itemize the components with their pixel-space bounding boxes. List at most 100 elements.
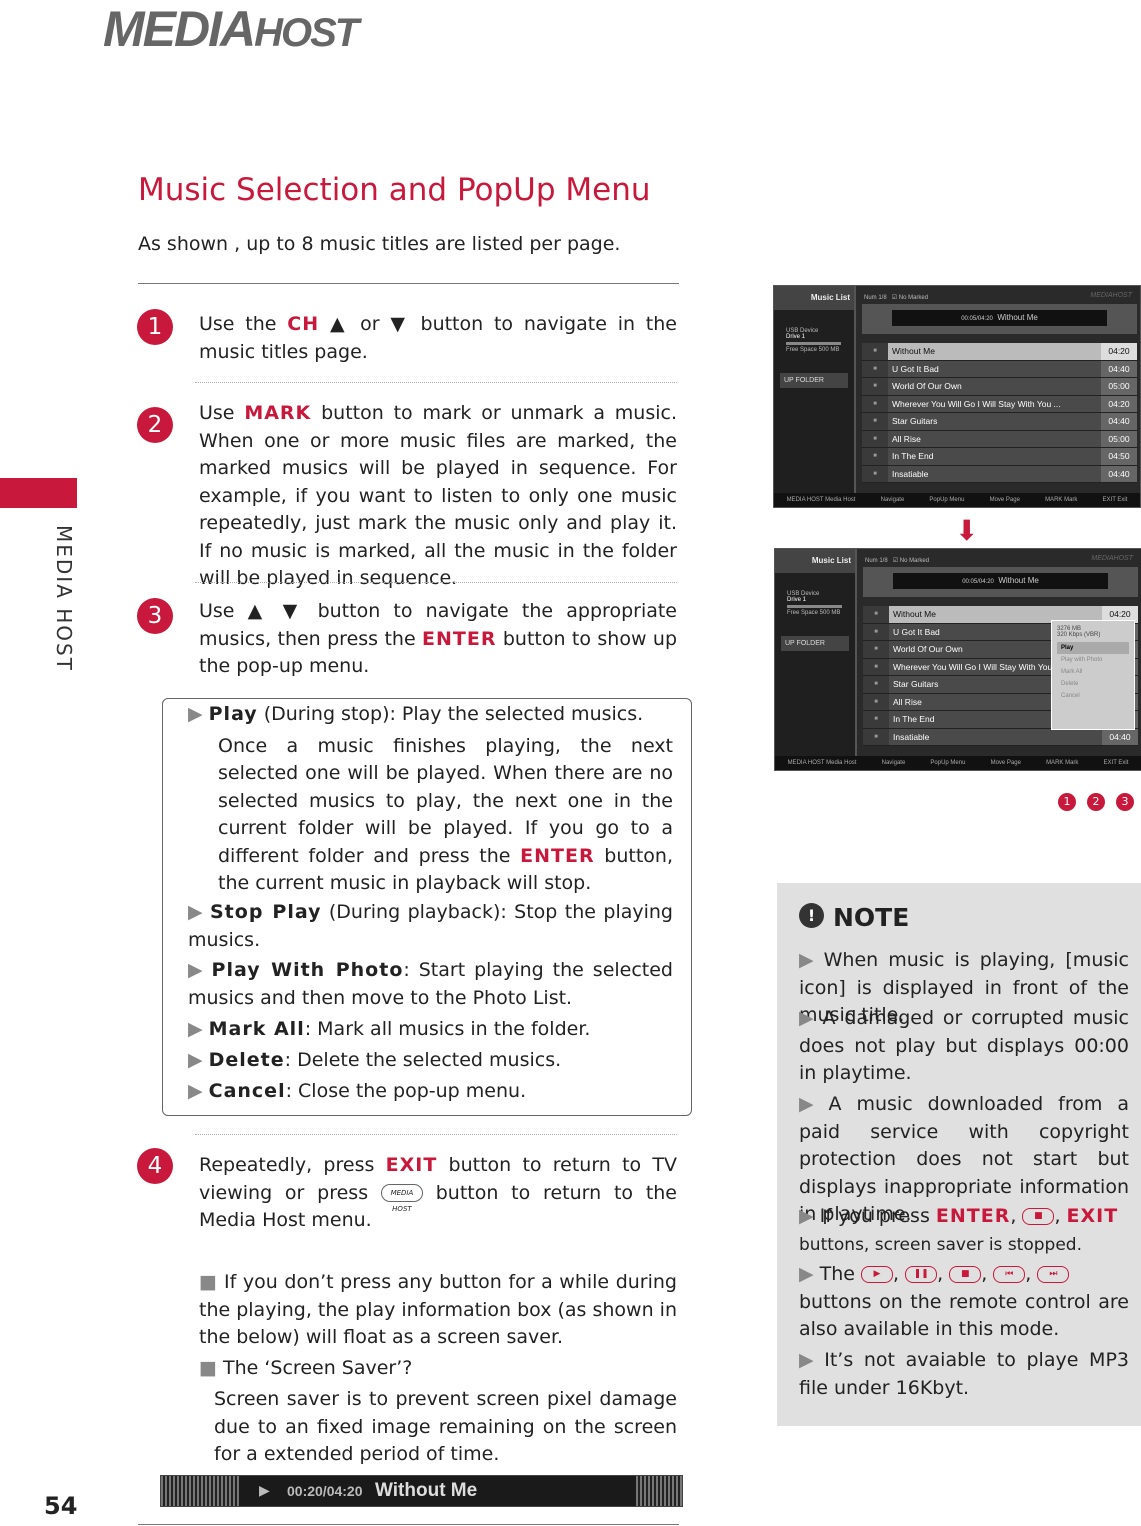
track-row[interactable]: ■All Rise05:00 xyxy=(862,430,1137,448)
subtitle: As shown , up to 8 music titles are list… xyxy=(138,233,621,255)
note-title: NOTE xyxy=(833,903,910,932)
checkbox-icon[interactable]: ■ xyxy=(863,728,889,745)
media-host-button-icon: MEDIA HOST xyxy=(380,1184,423,1213)
play-icon: ▶ xyxy=(259,1482,270,1498)
forward-button-icon: ⏭ xyxy=(1037,1266,1070,1283)
track-row[interactable]: ■ Without Me 04:20 xyxy=(862,343,1137,361)
checkbox-icon[interactable]: ■ xyxy=(863,658,889,675)
note-box: ! NOTE ▶ When music is playing, [music ic… xyxy=(777,883,1141,1426)
option-cancel: ▶ Cancel: Close the pop-up menu. xyxy=(188,1080,527,1102)
step-marker: 3 xyxy=(1116,793,1134,811)
step-2-text: Use MARK button to mark or unmark a musi… xyxy=(199,402,677,589)
checkbox-icon[interactable]: ■ xyxy=(862,378,888,395)
option-mark-all: ▶ Mark All: Mark all musics in the folder… xyxy=(188,1018,591,1040)
track-row[interactable]: ■ Insatiable 04:40 xyxy=(863,728,1138,746)
bar-time: 00:20/04:20 xyxy=(287,1483,363,1499)
popup-item[interactable]: Mark All xyxy=(1057,666,1129,678)
up-folder-button[interactable]: UP FOLDER xyxy=(781,636,849,651)
track-count: Num 1/8 ☑ No Marked xyxy=(865,558,930,564)
checkbox-icon[interactable]: ■ xyxy=(862,343,888,360)
checkbox-icon[interactable]: ■ xyxy=(863,676,889,693)
stop-button-icon: ■ xyxy=(1022,1208,1055,1225)
logo-main: MEDIA xyxy=(103,1,256,57)
step-markers: 1 2 3 xyxy=(1058,793,1134,811)
pause-button-icon: ❚❚ xyxy=(905,1266,938,1283)
page-title: Music Selection and PopUp Menu xyxy=(138,172,651,208)
music-list-screen: Music List USB Device Drive 1 Free Space 5… xyxy=(773,285,1141,508)
mediahost-logo: MEDIAHOST xyxy=(103,0,359,58)
note-item: ▶ The ▶, ❚❚, ■, ⏮, ⏭ buttons on the remote… xyxy=(799,1263,1129,1340)
checkbox-icon[interactable]: ■ xyxy=(863,623,889,640)
option-stop-play: ▶ Stop Play (During playback): Stop the p… xyxy=(188,901,673,951)
bar-pattern xyxy=(636,1476,682,1506)
warning-icon: ! xyxy=(799,903,824,928)
device-info: USB Device Drive 1 Free Space 500 MB xyxy=(787,591,842,616)
checkbox-icon[interactable]: ■ xyxy=(862,465,888,482)
bar-pattern xyxy=(161,1476,239,1506)
checkbox-icon[interactable]: ■ xyxy=(862,413,888,430)
checkbox-icon[interactable]: ■ xyxy=(862,430,888,447)
checkbox-icon[interactable]: ■ xyxy=(863,641,889,658)
screen-sidebar: Music List USB Device Drive 1 Free Space 5… xyxy=(774,286,856,494)
now-playing: 00:05/04:20 Without Me xyxy=(863,567,1138,597)
step-number: 2 xyxy=(137,407,173,443)
checkbox-icon[interactable]: ■ xyxy=(863,693,889,710)
track-row[interactable]: ■ Insatiable 04:40 xyxy=(862,465,1137,483)
bar-title: Without Me xyxy=(375,1480,478,1501)
track-row[interactable]: ■Star Guitars04:40 xyxy=(862,413,1137,431)
step-number: 4 xyxy=(137,1148,173,1184)
note-item: ▶ It’s not avaiable to playe MP3 file und… xyxy=(799,1349,1129,1399)
checkbox-icon[interactable]: ■ xyxy=(862,448,888,465)
step-3-text: Use ▲ ▼ button to navigate the appropria… xyxy=(199,600,677,677)
screensaver-note-1: ■ If you don’t press any button for a wh… xyxy=(199,1271,677,1348)
screen-header: Music List xyxy=(774,286,854,310)
step-marker: 2 xyxy=(1087,793,1105,811)
option-play-with-photo: ▶ Play With Photo: Start playing the sele… xyxy=(188,959,673,1009)
divider xyxy=(195,582,677,583)
screen-footer: MEDIA HOST Media Host Navigate PopUp Menu M… xyxy=(774,493,1140,507)
screensaver-info-bar: ▶ 00:20/04:20 Without Me xyxy=(160,1475,683,1507)
device-info: USB Device Drive 1 Free Space 500 MB xyxy=(786,328,841,353)
screensaver-explanation: Screen saver is to prevent screen pixel … xyxy=(214,1388,677,1465)
section-tab xyxy=(0,478,77,508)
screensaver-note-2: ■ The ‘Screen Saver’? xyxy=(199,1357,413,1379)
checkbox-icon[interactable]: ■ xyxy=(863,711,889,728)
step-1-text: Use the CH ▲ or ▼ button to navigate in … xyxy=(199,313,677,363)
arrow-down-icon: ⬇ xyxy=(955,514,979,547)
screen-sidebar: Music List USB Device Drive 1 Free Space 5… xyxy=(775,549,857,757)
divider xyxy=(195,382,677,383)
divider xyxy=(138,1524,679,1525)
step-number: 3 xyxy=(137,598,173,634)
page-number: 54 xyxy=(44,1492,78,1520)
track-row[interactable]: ■U Got It Bad04:40 xyxy=(862,360,1137,378)
popup-menu: 3276 MB 320 Kbps (VBR) Play Play with Photo… xyxy=(1051,620,1135,730)
screen-footer: MEDIA HOST Media Host Navigate PopUp Menu M… xyxy=(775,756,1141,770)
music-list-screen: Music List USB Device Drive 1 Free Space 5… xyxy=(774,548,1141,771)
step-4-text: Repeatedly, press EXIT button to return … xyxy=(199,1154,678,1231)
rewind-button-icon: ⏮ xyxy=(993,1266,1026,1283)
popup-item[interactable]: Delete xyxy=(1057,678,1129,690)
note-item: ▶ If you press ENTER, ■, EXIT buttons, scr… xyxy=(799,1205,1119,1255)
popup-item[interactable]: Cancel xyxy=(1057,690,1129,702)
popup-item[interactable]: Play with Photo xyxy=(1057,654,1129,666)
step-marker: 1 xyxy=(1058,793,1076,811)
track-count: Num 1/8 ☑ No Marked xyxy=(864,295,929,301)
checkbox-icon[interactable]: ■ xyxy=(862,395,888,412)
up-folder-button[interactable]: UP FOLDER xyxy=(780,373,848,388)
option-play: ▶ Play (During stop): Play the selected m… xyxy=(188,703,674,894)
checkbox-icon[interactable]: ■ xyxy=(863,606,889,623)
track-row[interactable]: ■In The End04:50 xyxy=(862,448,1137,466)
track-row[interactable]: ■World Of Our Own05:00 xyxy=(862,378,1137,396)
checkbox-icon[interactable]: ■ xyxy=(862,360,888,377)
now-playing: 00:05/04:20 Without Me xyxy=(862,304,1137,334)
track-row[interactable]: ■ Wherever You Will Go I Will Stay With Y… xyxy=(862,395,1137,413)
screen-header: Music List xyxy=(775,549,855,573)
play-button-icon: ▶ xyxy=(861,1266,894,1283)
option-delete: ▶ Delete: Delete the selected musics. xyxy=(188,1049,562,1071)
note-item: ▶ A damaged or corrupted music does not p… xyxy=(799,1007,1129,1084)
popup-item[interactable]: Play xyxy=(1057,642,1129,654)
screen-brand: MEDIAHOST xyxy=(1090,292,1132,299)
side-label: MEDIA HOST xyxy=(52,525,76,672)
logo-sub: HOST xyxy=(254,11,359,55)
divider xyxy=(195,1134,677,1135)
